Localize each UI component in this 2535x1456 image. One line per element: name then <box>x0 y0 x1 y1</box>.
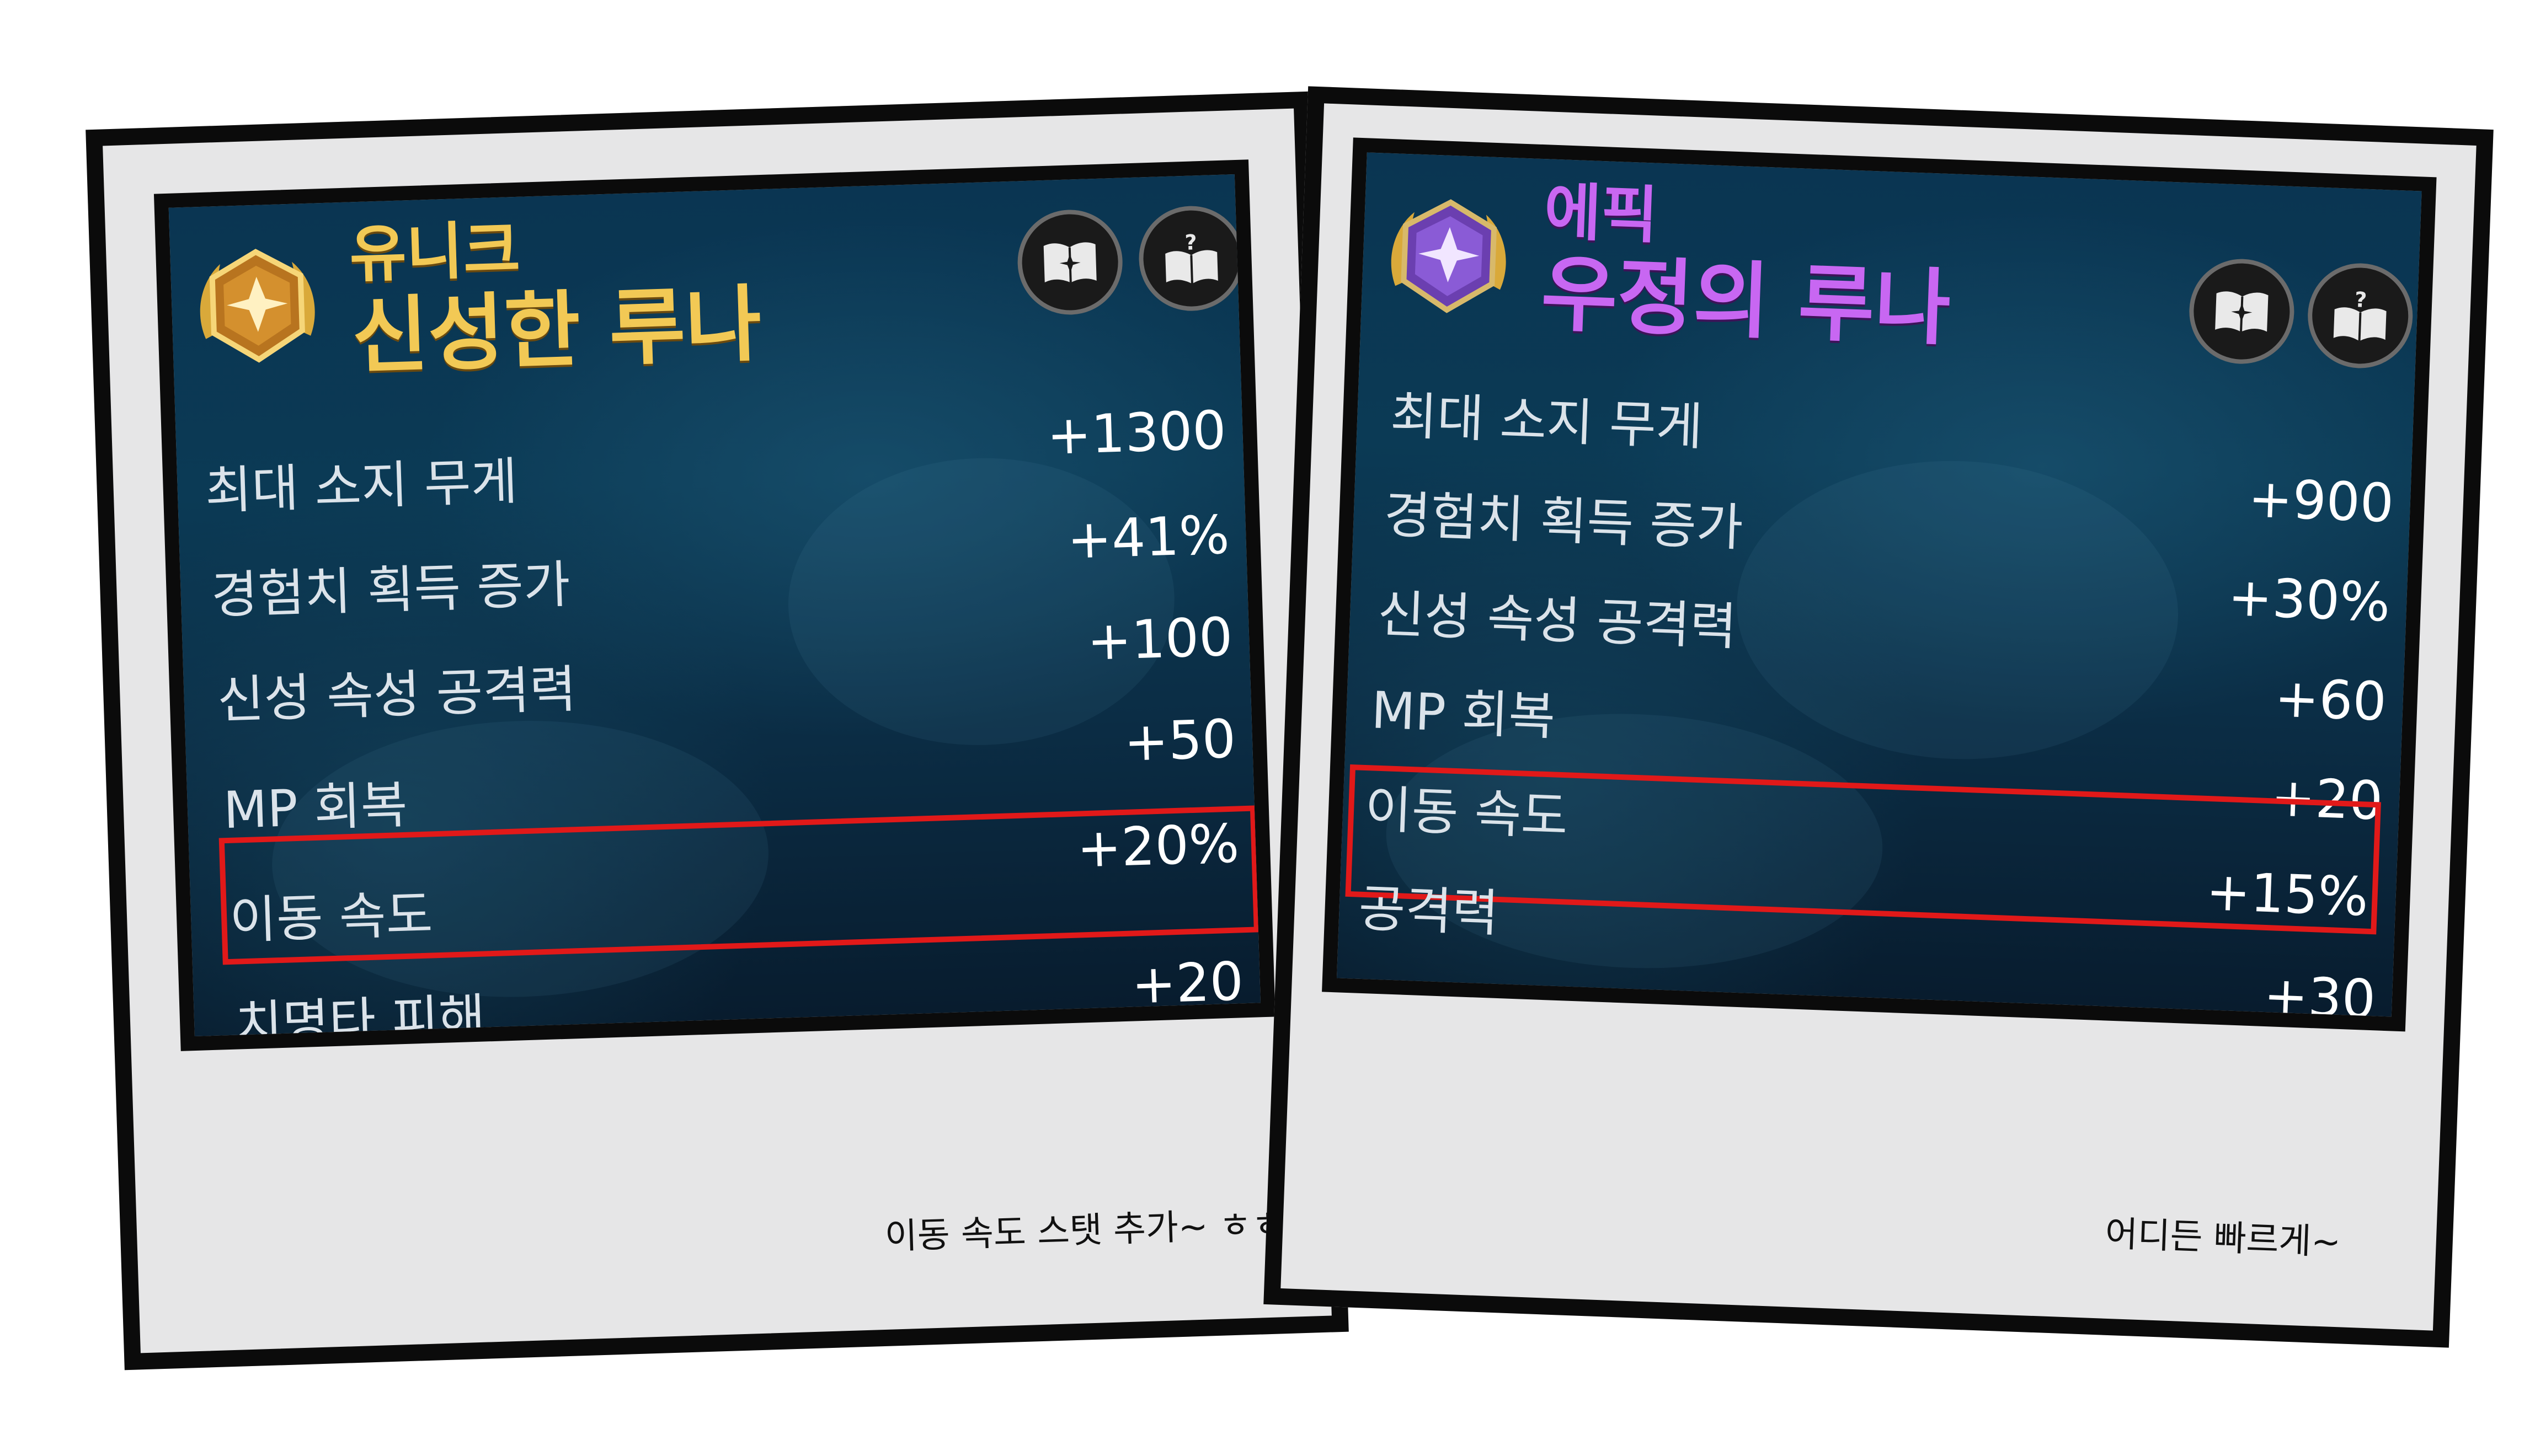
stat-label-max-weight: 최대 소지 무게 <box>1389 386 1704 457</box>
book-sparkle-icon <box>2215 291 2269 332</box>
polaroid-frame-unique: 유니크 신성한 루나 ? 최대 소지 무게 +1300 경험치 획득 증가 +4… <box>86 91 1349 1371</box>
stat-label-move-speed: 이동 속도 <box>1364 780 1569 847</box>
stat-value-move-speed: +15% <box>2205 860 2369 928</box>
stat-value-holy-attack: +100 <box>1086 606 1234 672</box>
collection-book-button[interactable] <box>1016 208 1124 317</box>
help-book-button[interactable]: ? <box>2305 261 2415 370</box>
comparison-collage: 유니크 신성한 루나 ? 최대 소지 무게 +1300 경험치 획득 증가 +4… <box>0 0 2535 1456</box>
book-question-icon: ? <box>2333 287 2387 341</box>
rarity-label: 유니크 <box>348 213 521 291</box>
svg-text:?: ? <box>1184 230 1197 255</box>
background-fog <box>783 452 1179 751</box>
stat-label-move-speed: 이동 속도 <box>228 885 434 950</box>
stat-value-max-weight: +1300 <box>1045 399 1228 467</box>
gold-star-medal-icon <box>200 249 315 363</box>
background-fog <box>1731 453 2184 767</box>
item-name: 우정의 루나 <box>1539 246 1952 357</box>
item-card-epic: 에픽 우정의 루나 ? 최대 소지 무게 +900 경험치 획득 증가 +30%… <box>1322 137 2437 1032</box>
stat-label-attack: 공격력 <box>1357 879 1500 943</box>
stat-label-mp-recovery: MP 회복 <box>1370 681 1556 747</box>
polaroid-frame-epic: 에픽 우정의 루나 ? 최대 소지 무게 +900 경험치 획득 증가 +30%… <box>1263 86 2494 1348</box>
help-book-button[interactable]: ? <box>1137 204 1246 313</box>
rarity-label: 에픽 <box>1543 176 1659 252</box>
stat-value-exp-gain: +30% <box>2227 566 2392 634</box>
stat-value-holy-attack: +60 <box>2274 667 2388 733</box>
stat-label-max-weight: 최대 소지 무게 <box>204 452 519 521</box>
stat-label-mp-recovery: MP 회복 <box>222 775 409 841</box>
stat-value-crit-damage: +20 <box>1130 950 1245 1016</box>
purple-star-medal-icon <box>1391 199 1506 313</box>
item-name: 신성한 루나 <box>350 276 763 386</box>
stat-label-crit-damage: 치명타 피해 <box>234 988 487 1051</box>
polaroid-caption: 이동 속도 스탯 추가~ ㅎㅎ <box>884 1204 1285 1257</box>
stat-label-exp-gain: 경험치 획득 증가 <box>210 555 572 625</box>
stat-label-holy-attack: 신성 속성 공격력 <box>216 660 578 730</box>
collection-book-button[interactable] <box>2187 257 2296 366</box>
stat-value-exp-gain: +41% <box>1066 504 1231 571</box>
book-question-icon: ? <box>1165 230 1218 284</box>
stat-label-holy-attack: 신성 속성 공격력 <box>1376 584 1738 657</box>
item-card-unique: 유니크 신성한 루나 ? 최대 소지 무게 +1300 경험치 획득 증가 +4… <box>153 159 1275 1051</box>
polaroid-caption: 어디든 빠르게~ <box>2104 1213 2342 1264</box>
stat-value-mp-recovery: +50 <box>1123 708 1237 773</box>
svg-text:?: ? <box>2354 287 2367 312</box>
stat-value-max-weight: +900 <box>2247 467 2395 534</box>
book-sparkle-icon <box>1043 242 1097 283</box>
stat-value-attack: +30 <box>2262 964 2377 1031</box>
stat-value-move-speed: +20% <box>1076 812 1240 880</box>
stat-label-exp-gain: 경험치 획득 증가 <box>1383 485 1744 558</box>
